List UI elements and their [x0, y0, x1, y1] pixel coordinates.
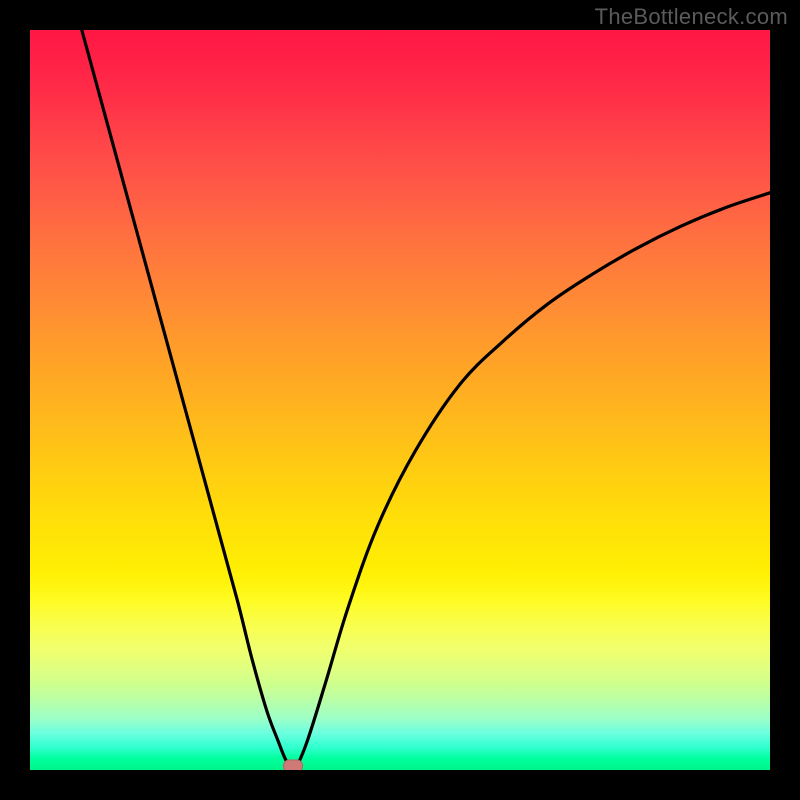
watermark-text: TheBottleneck.com: [595, 4, 788, 30]
optimal-marker: [283, 760, 303, 771]
plot-area: [30, 30, 770, 770]
bottleneck-curve: [30, 30, 770, 770]
chart-frame: TheBottleneck.com: [0, 0, 800, 800]
curve-path: [82, 30, 770, 769]
